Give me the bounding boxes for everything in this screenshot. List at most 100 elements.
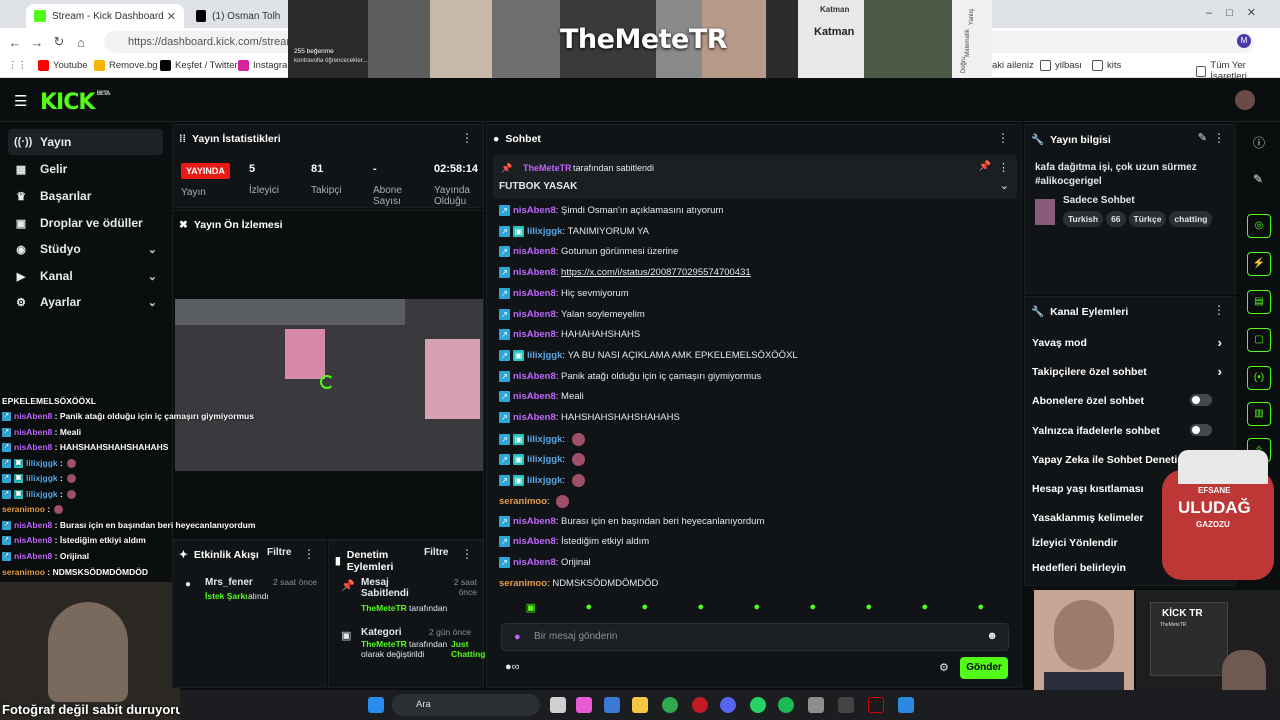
chat-message[interactable]: ↗ nisAben8: İstediğim etkiyi aldım bbox=[499, 536, 649, 548]
back-icon[interactable]: ← bbox=[4, 35, 26, 50]
document-icon[interactable]: ▤ bbox=[1247, 290, 1271, 314]
pinned-message[interactable]: 📌 TheMeteTR tarafından sabitlendi FUTBOK… bbox=[493, 155, 1017, 199]
chat-message[interactable]: ↗ ▣ lilixjggk: TANIMIYORUM YA bbox=[499, 225, 649, 237]
chat-username[interactable]: nisAben8 bbox=[513, 205, 556, 216]
broadcast-icon[interactable]: (•) bbox=[1247, 366, 1271, 390]
storage-icon[interactable]: ▥ bbox=[1247, 402, 1271, 426]
app-icon[interactable] bbox=[868, 697, 884, 713]
chat-message[interactable]: ↗ ▣ lilixjggk: bbox=[499, 453, 585, 467]
sidebar-item-kanal[interactable]: ▶ Kanal ⌄ bbox=[8, 263, 163, 289]
edit-icon[interactable]: ✎ bbox=[1253, 172, 1263, 186]
emote-icon[interactable]: ● bbox=[753, 601, 760, 625]
chat-message[interactable]: ↗ nisAben8: Hiç sevmiyorum bbox=[499, 287, 629, 299]
filter-button[interactable]: Filtre bbox=[267, 547, 291, 558]
emote-icon[interactable]: ● bbox=[978, 601, 985, 625]
action-follower-chat[interactable]: Takipçilere özel sohbet › bbox=[1032, 364, 1222, 379]
emote-icon[interactable]: ▣ bbox=[526, 601, 536, 625]
action-slow-mode[interactable]: Yavaş mod › bbox=[1032, 335, 1222, 350]
chat-message[interactable]: seranimoo: NDMSKSÖDMDÖMDÖD bbox=[499, 578, 658, 589]
emote-icon[interactable]: ● bbox=[585, 601, 592, 625]
bookmark-folder-yilbasi[interactable]: yilbası bbox=[1040, 60, 1082, 71]
chat-message[interactable]: ↗ ▣ lilixjggk: YA BU NASI AÇIKLAMA AMK EPK… bbox=[499, 349, 798, 361]
lightning-icon[interactable]: ⚡ bbox=[1247, 252, 1271, 276]
chat-username[interactable]: nisAben8 bbox=[513, 329, 556, 340]
chat-message[interactable]: ↗ ▣ lilixjggk: bbox=[499, 474, 585, 488]
chat-username[interactable]: nisAben8 bbox=[513, 557, 556, 568]
chat-username[interactable]: nisAben8 bbox=[513, 516, 556, 527]
filter-button[interactable]: Filtre bbox=[424, 547, 448, 558]
bookmark-removebg[interactable]: Remove.bg bbox=[94, 60, 158, 71]
chat-message[interactable]: ↗ nisAben8: Orijinal bbox=[499, 556, 591, 568]
info-icon[interactable]: ⓘ bbox=[1253, 134, 1265, 151]
chat-username[interactable]: lilixjggk bbox=[527, 434, 562, 445]
bookmark-aki[interactable]: aki aileniz bbox=[992, 60, 1034, 71]
copilot-icon[interactable] bbox=[576, 697, 592, 713]
chat-username[interactable]: seranimoo bbox=[499, 578, 547, 589]
chat-username[interactable]: nisAben8 bbox=[513, 267, 556, 278]
chat-input[interactable]: ● Bir mesaj gönderin ☻ bbox=[501, 623, 1009, 651]
gear-icon[interactable]: ⚙ bbox=[939, 661, 949, 674]
chat-username[interactable]: nisAben8 bbox=[513, 412, 556, 423]
more-options-icon[interactable]: ⋮ bbox=[461, 131, 473, 145]
chat-message[interactable]: ↗ nisAben8: https://x.com/i/status/200877… bbox=[499, 267, 751, 279]
tab-osman[interactable]: (1) Osman Tolha Bağ... bbox=[188, 4, 288, 28]
more-options-icon[interactable]: ⋮ bbox=[303, 547, 315, 561]
emoji-icon[interactable]: ☻ bbox=[986, 630, 998, 642]
chat-username[interactable]: lilixjggk bbox=[527, 350, 562, 361]
file-explorer-icon[interactable] bbox=[632, 697, 648, 713]
sidebar-item-ayarlar[interactable]: ⚙ Ayarlar ⌄ bbox=[8, 289, 163, 315]
sidebar-item-basarilar[interactable]: ♛ Başarılar bbox=[8, 183, 163, 209]
chat-username[interactable]: seranimoo bbox=[499, 496, 547, 507]
apps-icon[interactable]: ⋮⋮ bbox=[8, 60, 27, 71]
more-options-icon[interactable]: ⋮ bbox=[997, 131, 1009, 145]
send-button[interactable]: Gönder bbox=[960, 657, 1008, 679]
spotify-icon[interactable] bbox=[778, 697, 794, 713]
chat-message[interactable]: ↗ ▣ lilixjggk: bbox=[499, 432, 585, 446]
forward-icon[interactable]: → bbox=[26, 35, 48, 50]
emote-icon[interactable]: ● bbox=[697, 601, 704, 625]
task-view-icon[interactable] bbox=[550, 697, 566, 713]
chat-username[interactable]: lilixjggk bbox=[527, 475, 562, 486]
toggle-switch[interactable] bbox=[1190, 424, 1212, 436]
reload-icon[interactable]: ↻ bbox=[48, 34, 70, 50]
more-options-icon[interactable]: ⋮ bbox=[1213, 303, 1225, 317]
windows-start-icon[interactable] bbox=[368, 697, 384, 713]
bookmark-twitter[interactable]: Keşfet / Twitter bbox=[160, 60, 238, 71]
bookmark-youtube[interactable]: Youtube bbox=[38, 60, 88, 71]
more-options-icon[interactable]: ⋮ bbox=[998, 161, 1009, 174]
taskbar-search[interactable]: Ara bbox=[392, 694, 540, 716]
calculator-icon[interactable] bbox=[808, 697, 824, 713]
chat-message[interactable]: ↗ nisAben8: Şimdi Osman'ın açıklamasını a… bbox=[499, 205, 723, 216]
window-controls[interactable]: –□✕ bbox=[1206, 6, 1270, 19]
sidebar-item-droplar[interactable]: ▣ Droplar ve ödüller bbox=[8, 210, 163, 236]
chat-message[interactable]: seranimoo: bbox=[499, 494, 570, 508]
tab-stream-dashboard[interactable]: Stream - Kick Dashboard ✕ bbox=[26, 4, 184, 28]
kick-logo[interactable]: KICK BETA bbox=[40, 90, 110, 115]
chat-bubble-icon[interactable]: ▢ bbox=[1247, 328, 1271, 352]
more-options-icon[interactable]: ⋮ bbox=[1213, 131, 1225, 145]
emote-icon[interactable]: ● bbox=[641, 601, 648, 625]
action-emote-chat[interactable]: Yalnızca ifadelerle sohbet bbox=[1032, 424, 1222, 437]
stream-preview-video[interactable] bbox=[175, 299, 483, 471]
chat-username[interactable]: nisAben8 bbox=[513, 371, 556, 382]
chat-username[interactable]: nisAben8 bbox=[513, 288, 556, 299]
chrome-icon[interactable] bbox=[662, 697, 678, 713]
home-icon[interactable]: ⌂ bbox=[70, 35, 92, 50]
more-options-icon[interactable]: ⋮ bbox=[461, 547, 473, 561]
chat-username[interactable]: nisAben8 bbox=[513, 391, 556, 402]
chat-username[interactable]: nisAben8 bbox=[513, 246, 556, 257]
sidebar-item-studyo[interactable]: ◉ Stüdyo ⌄ bbox=[8, 236, 163, 262]
discord-icon[interactable] bbox=[720, 697, 736, 713]
emote-icon[interactable]: ● bbox=[810, 601, 817, 625]
action-sub-chat[interactable]: Abonelere özel sohbet bbox=[1032, 394, 1222, 407]
chat-tools-icon[interactable]: ●∞ bbox=[505, 661, 520, 673]
emote-icon[interactable]: ● bbox=[922, 601, 929, 625]
chat-message[interactable]: ↗ nisAben8: Meali bbox=[499, 391, 584, 403]
chevron-down-icon[interactable]: ⌄ bbox=[1000, 179, 1009, 192]
edit-icon[interactable]: ✎ bbox=[1198, 131, 1207, 144]
obs-icon[interactable] bbox=[838, 697, 854, 713]
toggle-switch[interactable] bbox=[1190, 394, 1212, 406]
all-bookmarks[interactable]: Tüm Yer İşaretleri bbox=[1196, 60, 1280, 82]
sidebar-item-yayin[interactable]: ((·)) Yayın bbox=[8, 129, 163, 155]
sidebar-item-gelir[interactable]: ▦ Gelir bbox=[8, 156, 163, 182]
